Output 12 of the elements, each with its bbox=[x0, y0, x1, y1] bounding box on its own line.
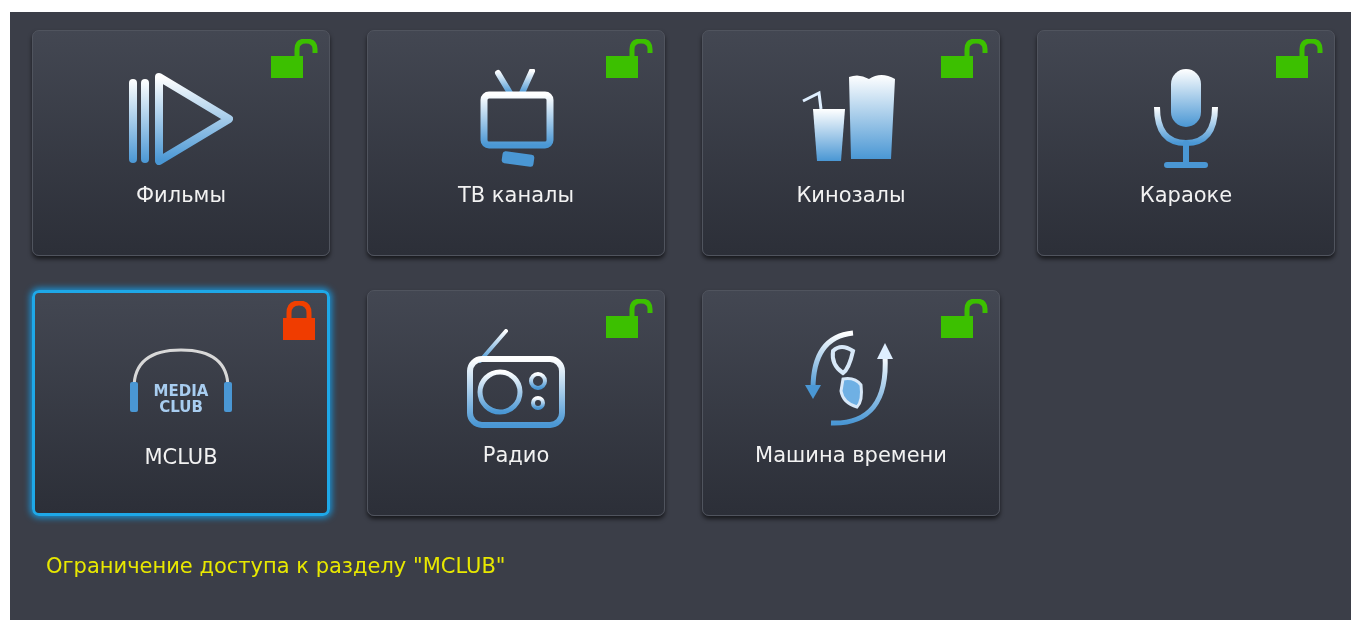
section-tile[interactable]: Радио bbox=[367, 290, 665, 516]
section-tile[interactable]: MEDIA CLUB MCLUB bbox=[32, 290, 330, 516]
access-restriction-message: Ограничение доступа к разделу "MCLUB" bbox=[46, 554, 507, 578]
section-tile[interactable]: Караоке bbox=[1037, 30, 1335, 256]
section-tile[interactable]: Кинозалы bbox=[702, 30, 1000, 256]
play-icon bbox=[129, 73, 233, 165]
section-tile[interactable]: Фильмы bbox=[32, 30, 330, 256]
section-tile[interactable]: Машина времени bbox=[702, 290, 1000, 516]
microphone-icon bbox=[1151, 67, 1221, 171]
radio-icon bbox=[466, 329, 566, 429]
headphones-logo: MEDIA CLUB bbox=[128, 346, 234, 416]
section-tile[interactable]: ТВ каналы bbox=[367, 30, 665, 256]
